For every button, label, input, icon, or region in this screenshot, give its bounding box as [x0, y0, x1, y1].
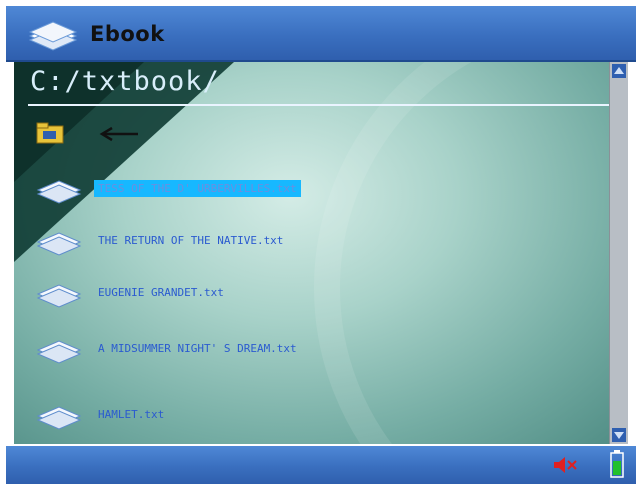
file-item-eugenie-grandet[interactable]: EUGENIE GRANDET.txt — [30, 276, 590, 310]
scrollbar[interactable] — [609, 62, 628, 444]
book-icon — [36, 340, 82, 364]
back-arrow-icon[interactable] — [98, 126, 140, 142]
file-browser: C:/txtbook/ TESS OF THE D' URBERVILLES.t… — [14, 62, 628, 444]
file-item-hamlet[interactable]: HAMLET.txt — [30, 398, 590, 432]
file-label: HAMLET.txt — [98, 408, 165, 421]
speaker-muted-icon[interactable] — [552, 456, 578, 474]
file-label: EUGENIE GRANDET.txt — [98, 286, 224, 299]
file-label: TESS OF THE D' URBERVILLES.txt — [94, 180, 301, 197]
book-icon — [36, 180, 82, 204]
file-item-return-of-the-native[interactable]: THE RETURN OF THE NATIVE.txt — [30, 224, 590, 258]
file-label: THE RETURN OF THE NATIVE.txt — [98, 234, 284, 247]
ebook-window: Ebook C:/txtbook/ TESS OF THE D' URBERVI… — [6, 6, 636, 484]
file-item-midsummer-nights-dream[interactable]: A MIDSUMMER NIGHT' S DREAM.txt — [30, 332, 590, 366]
app-title: Ebook — [90, 22, 165, 46]
scroll-down-icon[interactable] — [612, 428, 626, 442]
book-icon — [36, 284, 82, 308]
book-icon — [36, 406, 82, 430]
folder-up-icon[interactable] — [36, 122, 64, 144]
title-bar: Ebook — [6, 6, 636, 62]
path-divider — [28, 104, 624, 106]
current-path: C:/txtbook/ — [30, 66, 220, 97]
status-bar — [6, 446, 636, 484]
file-label: A MIDSUMMER NIGHT' S DREAM.txt — [98, 342, 297, 355]
battery-icon — [610, 450, 624, 478]
scroll-up-icon[interactable] — [612, 64, 626, 78]
book-icon — [36, 232, 82, 256]
file-item-tess[interactable]: TESS OF THE D' URBERVILLES.txt — [30, 172, 590, 206]
book-icon — [28, 21, 78, 51]
